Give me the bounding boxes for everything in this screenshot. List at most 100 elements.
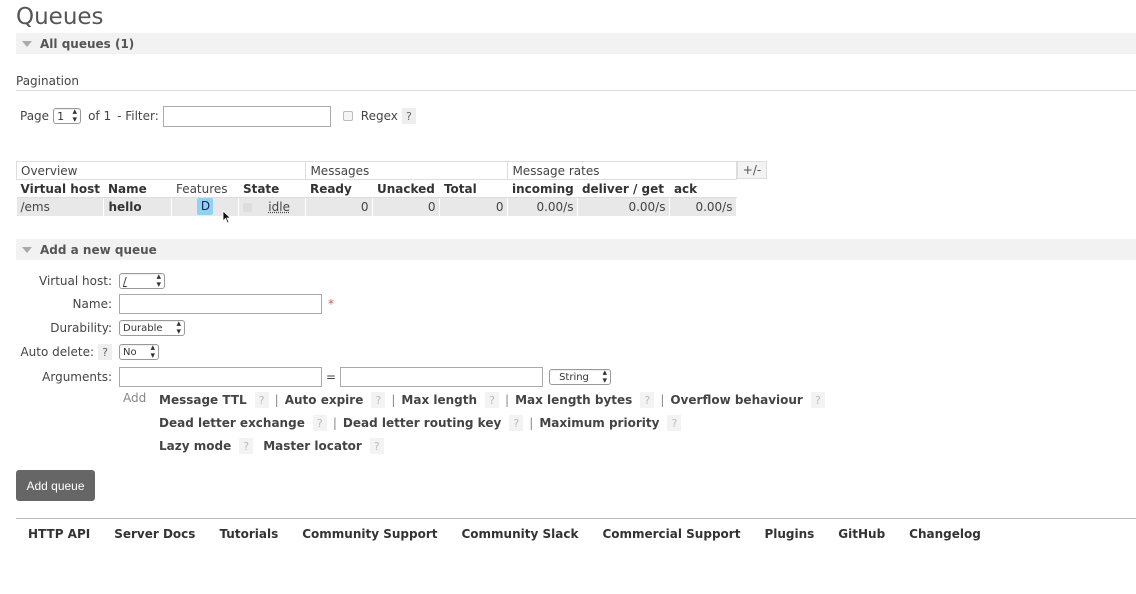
footer-link-server-docs[interactable]: Server Docs [114, 527, 195, 541]
footer-link-commercial-support[interactable]: Commercial Support [602, 527, 740, 541]
help-icon[interactable]: ? [239, 438, 254, 454]
footer-link-tutorials[interactable]: Tutorials [219, 527, 278, 541]
col-unacked[interactable]: Unacked [372, 179, 440, 198]
footer-divider [16, 518, 1136, 519]
separator: | [529, 416, 534, 430]
arg-link-dead-letter-routing-key[interactable]: Dead letter routing key [343, 416, 501, 430]
arg-link-dead-letter-exchange[interactable]: Dead letter exchange [159, 416, 305, 430]
table-row: /ems hello D idle 0 0 0 0.00/s 0.00/s 0.… [16, 197, 738, 216]
help-icon[interactable]: ? [810, 392, 825, 408]
add-queue-button[interactable]: Add queue [16, 470, 95, 501]
arg-link-overflow-behaviour[interactable]: Overflow behaviour [670, 393, 803, 407]
col-deliver-get[interactable]: deliver / get [577, 179, 670, 198]
help-icon[interactable]: ? [667, 415, 682, 431]
footer-link-community-slack[interactable]: Community Slack [461, 527, 578, 541]
help-icon[interactable]: ? [254, 392, 269, 408]
virtual-host-row: Virtual host: / ▴ ▾ [16, 273, 165, 290]
group-messages: Messages [305, 161, 509, 180]
argument-equals: = [326, 370, 337, 384]
row-queue-name-link[interactable]: hello [103, 197, 173, 216]
virtual-host-value: / [123, 274, 127, 288]
separator: | [660, 393, 665, 407]
col-ready[interactable]: Ready [305, 179, 373, 198]
page-select[interactable]: 1 ▴ ▾ [53, 108, 82, 125]
separator: | [332, 416, 337, 430]
arg-link-maximum-priority[interactable]: Maximum priority [539, 416, 659, 430]
auto-delete-select[interactable]: No ▴ ▾ [119, 343, 159, 361]
separator: | [505, 393, 510, 407]
argument-shortcuts-row3: Lazy mode ? Master locator ? [159, 438, 384, 454]
separator: | [391, 393, 396, 407]
footer-link-plugins[interactable]: Plugins [764, 527, 814, 541]
argument-shortcuts-row2: Dead letter exchange ? | Dead letter rou… [159, 415, 682, 431]
help-icon[interactable]: ? [369, 438, 384, 454]
state-indicator-icon [243, 202, 253, 212]
auto-delete-label: Auto delete: [20, 345, 94, 359]
virtual-host-select[interactable]: / ▴ ▾ [119, 273, 165, 290]
durability-row: Durability: Durable ▴ ▾ [16, 319, 185, 337]
footer-link-community-support[interactable]: Community Support [302, 527, 437, 541]
arg-link-auto-expire[interactable]: Auto expire [285, 393, 364, 407]
footer-link-github[interactable]: GitHub [838, 527, 885, 541]
help-icon[interactable]: ? [640, 392, 655, 408]
updown-arrows-icon: ▴ ▾ [176, 319, 181, 337]
arguments-label: Arguments: [42, 370, 112, 384]
footer-link-changelog[interactable]: Changelog [909, 527, 981, 541]
argument-key-input[interactable] [119, 367, 322, 387]
arg-link-max-length-bytes[interactable]: Max length bytes [515, 393, 632, 407]
argument-value-input[interactable] [340, 367, 544, 387]
regex-checkbox[interactable] [342, 111, 353, 121]
row-incoming: 0.00/s [507, 197, 579, 216]
regex-help-icon[interactable]: ? [401, 108, 416, 124]
col-total[interactable]: Total [439, 179, 508, 198]
all-queues-section-header[interactable]: All queues (1) [16, 33, 1136, 55]
durable-feature-badge[interactable]: D [197, 198, 214, 216]
row-ready: 0 [305, 197, 374, 216]
row-vhost: /ems [16, 197, 105, 216]
pagination-label: Pagination [16, 74, 79, 88]
virtual-host-label: Virtual host: [39, 274, 112, 288]
row-deliver-get: 0.00/s [577, 197, 671, 216]
required-mark: * [328, 297, 334, 311]
durability-value: Durable [123, 322, 163, 334]
auto-delete-value: No [123, 346, 137, 358]
arg-link-master-locator[interactable]: Master locator [263, 439, 362, 453]
filter-input[interactable] [162, 105, 331, 127]
footer-link-http-api[interactable]: HTTP API [28, 527, 90, 541]
col-features: Features [171, 179, 239, 198]
triangle-down-icon [22, 40, 32, 47]
argument-type-select[interactable]: String ▴ ▾ [549, 368, 612, 386]
row-state: idle [238, 197, 307, 216]
updown-arrows-icon: ▴ ▾ [150, 343, 155, 361]
auto-delete-row: Auto delete: ? No ▴ ▾ [4, 343, 159, 361]
col-incoming[interactable]: incoming [507, 179, 578, 198]
regex-label: Regex [360, 109, 398, 123]
col-state[interactable]: State [238, 179, 306, 198]
add-queue-section-title: Add a new queue [40, 242, 157, 257]
arg-link-max-length[interactable]: Max length [401, 393, 477, 407]
col-virtual-host[interactable]: Virtual host [16, 179, 104, 198]
help-icon[interactable]: ? [371, 392, 386, 408]
help-icon[interactable]: ? [312, 415, 327, 431]
row-total: 0 [439, 197, 509, 216]
updown-arrows-icon: ▴ ▾ [602, 368, 608, 386]
add-argument-label: Add [123, 391, 147, 405]
queues-table: Overview Messages Message rates Virtual … [15, 161, 738, 216]
page-select-value: 1 [57, 109, 65, 123]
separator: | [274, 393, 279, 407]
add-queue-section-header[interactable]: Add a new queue [16, 239, 1136, 261]
pagination-divider [16, 90, 1136, 91]
arg-link-message-ttl[interactable]: Message TTL [159, 393, 247, 407]
col-name[interactable]: Name [103, 179, 172, 198]
help-icon[interactable]: ? [509, 415, 524, 431]
filter-label: - Filter: [117, 109, 159, 123]
help-icon[interactable]: ? [485, 392, 500, 408]
columns-toggle-button[interactable]: +/- [737, 161, 767, 179]
durability-select[interactable]: Durable ▴ ▾ [119, 319, 185, 337]
arg-link-lazy-mode[interactable]: Lazy mode [159, 439, 231, 453]
page-of-text: of 1 [88, 109, 112, 123]
col-ack[interactable]: ack [669, 179, 737, 198]
queue-name-input[interactable] [119, 294, 322, 314]
auto-delete-help-icon[interactable]: ? [98, 344, 112, 360]
arguments-row: Arguments: = String ▴ ▾ [16, 367, 612, 387]
